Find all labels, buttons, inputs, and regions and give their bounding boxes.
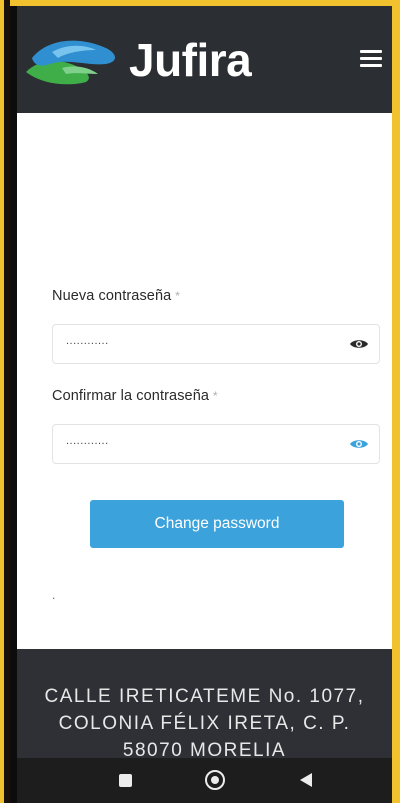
- new-password-label-text: Nueva contraseña: [52, 288, 172, 304]
- square-recents-icon[interactable]: [119, 774, 132, 787]
- new-password-masked-value: ............: [66, 335, 109, 347]
- eye-icon[interactable]: [349, 337, 369, 351]
- hands-logo-icon[interactable]: [22, 28, 122, 88]
- confirm-password-masked-value: ............: [66, 435, 109, 447]
- new-password-field[interactable]: ............: [52, 324, 380, 364]
- footer: CALLE IRETICATEME No. 1077, COLONIA FÉLI…: [17, 649, 392, 761]
- footer-address: CALLE IRETICATEME No. 1077, COLONIA FÉLI…: [17, 683, 392, 764]
- required-asterisk: *: [175, 289, 181, 303]
- new-password-label: Nueva contraseña *: [52, 288, 180, 304]
- device-frame-right: [392, 0, 400, 803]
- eye-icon[interactable]: [349, 437, 369, 451]
- required-asterisk: *: [213, 389, 218, 403]
- phone-screen: Jufira Nueva contraseña * ............ Co…: [17, 6, 392, 803]
- device-frame-left: [0, 0, 10, 803]
- triangle-back-icon[interactable]: [300, 773, 312, 787]
- hamburger-menu-icon[interactable]: [360, 50, 382, 70]
- change-password-button[interactable]: Change password: [90, 500, 344, 548]
- confirm-password-field[interactable]: ............: [52, 424, 380, 464]
- trailing-text: .: [52, 588, 56, 602]
- android-nav-bar: [17, 758, 392, 803]
- confirm-password-label: Confirmar la contraseña *: [52, 388, 218, 404]
- address-line-2: COLONIA FÉLIX IRETA, C. P.: [58, 713, 351, 734]
- address-line-1: CALLE IRETICATEME No. 1077,: [44, 686, 365, 707]
- app-header: Jufira: [17, 6, 392, 113]
- brand-name: Jufira: [129, 34, 252, 86]
- circle-home-icon[interactable]: [205, 770, 225, 790]
- confirm-password-label-text: Confirmar la contraseña: [52, 388, 210, 404]
